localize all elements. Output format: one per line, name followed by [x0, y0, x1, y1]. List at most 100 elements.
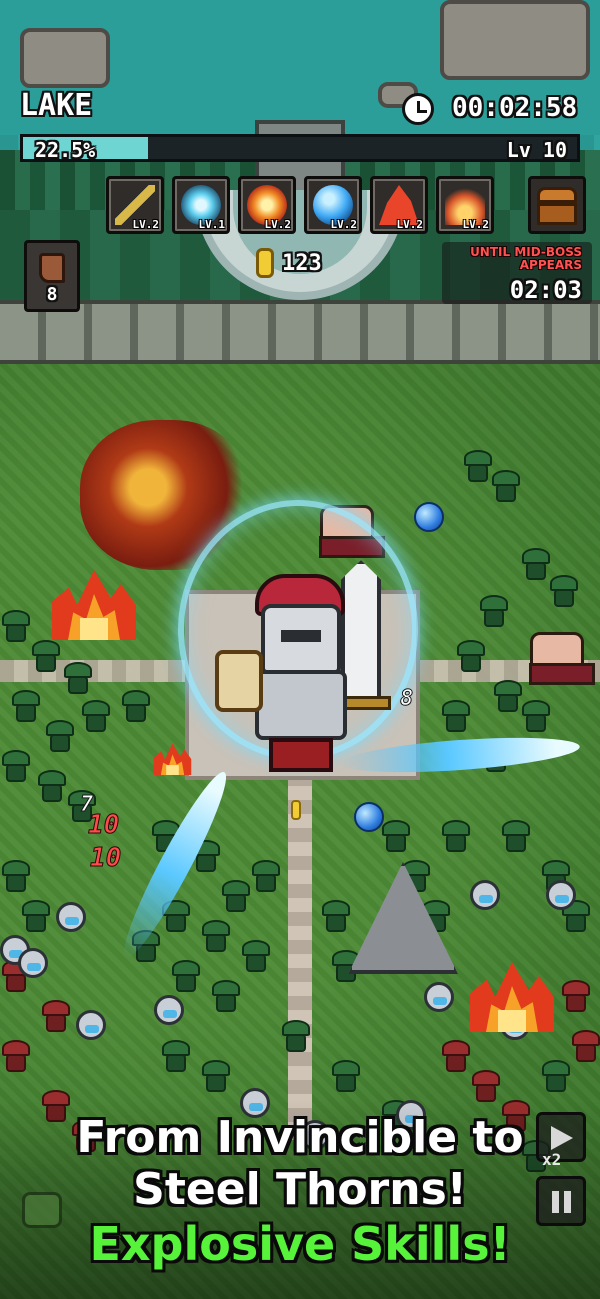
- mid-boss-label-line1: UNTIL MID-BOSS: [470, 245, 582, 259]
- xp-bar: 22.5% Lv 10: [20, 134, 580, 162]
- mid-boss-notice: UNTIL MID-BOSS APPEARS 02:03: [442, 242, 592, 304]
- mid-boss-countdown: 02:03: [509, 276, 582, 304]
- goblin-enemy: [0, 860, 32, 894]
- skill-slot-water-orb[interactable]: LV.2: [304, 176, 362, 234]
- rock: [20, 28, 110, 88]
- boot-item-slot[interactable]: 8: [24, 240, 80, 312]
- goblin-enemy: [80, 700, 112, 734]
- goblin-enemy: [540, 1060, 572, 1094]
- goblin-enemy: [200, 1060, 232, 1094]
- goblin-enemy: [490, 470, 522, 504]
- skill-level: LV.2: [132, 218, 160, 231]
- goblin-enemy: [0, 1040, 32, 1074]
- goblin-enemy: [210, 980, 242, 1014]
- boot-item-count: 8: [46, 284, 58, 305]
- promo-line-3: Explosive Skills!: [89, 1217, 511, 1271]
- player-knight: [215, 560, 405, 775]
- xp-percent: 22.5%: [35, 138, 96, 162]
- goblin-enemy: [62, 662, 94, 696]
- fire-effect: [150, 730, 195, 775]
- bomb-slime-enemy: [56, 902, 86, 932]
- goblin-enemy: [570, 1030, 600, 1064]
- goblin-enemy: [548, 575, 580, 609]
- goblin-enemy: [520, 700, 552, 734]
- goblin-enemy: [40, 1000, 72, 1034]
- damage-number: 10: [89, 843, 122, 874]
- bomb-slime-enemy: [76, 1010, 106, 1040]
- goblin-enemy: [0, 750, 32, 784]
- damage-number: 10: [87, 810, 120, 841]
- skill-level: LV.2: [396, 218, 424, 231]
- mid-boss-label-line2: APPEARS: [519, 258, 582, 272]
- skill-bar: LV.2 LV.1 LV.2 LV.2 LV.2 LV.2: [106, 176, 494, 234]
- skill-level: LV.2: [462, 218, 490, 231]
- skill-slot-flame[interactable]: LV.2: [370, 176, 428, 234]
- goblin-enemy: [320, 900, 352, 934]
- knight-armor: [255, 670, 347, 740]
- goblin-enemy: [120, 690, 152, 724]
- game-screen: 7 10 10 8 LAKE 00:02:58 22.5% Lv 10 LV.2…: [0, 0, 600, 1299]
- bomb-slime-enemy: [470, 880, 500, 910]
- skill-slot-fireball[interactable]: LV.2: [238, 176, 296, 234]
- skill-slot-sword[interactable]: LV.2: [106, 176, 164, 234]
- water-orb: [414, 502, 444, 532]
- goblin-enemy: [36, 770, 68, 804]
- skill-slot-fire-burst[interactable]: LV.2: [436, 176, 494, 234]
- boot-icon: [39, 253, 65, 283]
- goblin-enemy: [380, 820, 412, 854]
- knight-sword: [341, 560, 381, 700]
- treasure-chest-button[interactable]: [528, 176, 586, 234]
- promo-line-1: From Invincible to: [76, 1112, 524, 1163]
- treasure-chest-body: [537, 203, 577, 225]
- elapsed-timer: 00:02:58: [452, 93, 578, 123]
- knight-helmet: [261, 604, 341, 674]
- goblin-enemy: [220, 880, 252, 914]
- goblin-enemy: [240, 940, 272, 974]
- goblin-enemy: [440, 820, 472, 854]
- fire-effect: [44, 540, 144, 640]
- skill-level: LV.2: [330, 218, 358, 231]
- bomb-slime-enemy: [154, 995, 184, 1025]
- goblin-enemy: [170, 960, 202, 994]
- bomb-slime-enemy: [18, 948, 48, 978]
- promo-line-2: Steel Thorns!: [133, 1164, 467, 1215]
- clock-icon: [402, 93, 434, 125]
- fire-effect: [462, 922, 572, 1032]
- treasure-chest-icon: [537, 187, 577, 203]
- goblin-enemy: [500, 820, 532, 854]
- coin-icon: [256, 248, 274, 278]
- goblin-enemy: [44, 720, 76, 754]
- mid-boss-label: UNTIL MID-BOSS APPEARS: [442, 246, 582, 272]
- goblin-enemy: [280, 1020, 312, 1054]
- bomb-slime-enemy: [546, 880, 576, 910]
- dropped-coin: [291, 800, 301, 820]
- goblin-enemy: [455, 640, 487, 674]
- stone-fence: [0, 300, 600, 364]
- water-orb: [354, 802, 384, 832]
- goblin-enemy: [0, 610, 32, 644]
- goblin-enemy: [440, 1040, 472, 1074]
- goblin-enemy: [470, 1070, 502, 1104]
- knight-legs: [269, 738, 333, 772]
- stage-name: LAKE: [20, 88, 93, 123]
- skill-level: LV.1: [198, 218, 226, 231]
- knight-shield: [215, 650, 263, 712]
- player-level: Lv 10: [506, 138, 567, 162]
- goblin-enemy: [478, 595, 510, 629]
- goblin-enemy: [20, 900, 52, 934]
- bomb-slime-enemy: [424, 982, 454, 1012]
- damage-number: 8: [399, 686, 414, 712]
- goblin-enemy: [30, 640, 62, 674]
- rock: [440, 0, 590, 80]
- goblin-enemy: [200, 920, 232, 954]
- goblin-enemy: [160, 1040, 192, 1074]
- goblin-enemy: [330, 1060, 362, 1094]
- merchant-npc: [529, 632, 595, 685]
- goblin-enemy: [10, 690, 42, 724]
- goblin-enemy: [250, 860, 282, 894]
- promo-caption: From Invincible to Steel Thorns! Explosi…: [0, 1112, 600, 1272]
- skill-slot-lightning-orb[interactable]: LV.1: [172, 176, 230, 234]
- skill-level: LV.2: [264, 218, 292, 231]
- goblin-enemy: [440, 700, 472, 734]
- coin-count: 123: [282, 251, 322, 276]
